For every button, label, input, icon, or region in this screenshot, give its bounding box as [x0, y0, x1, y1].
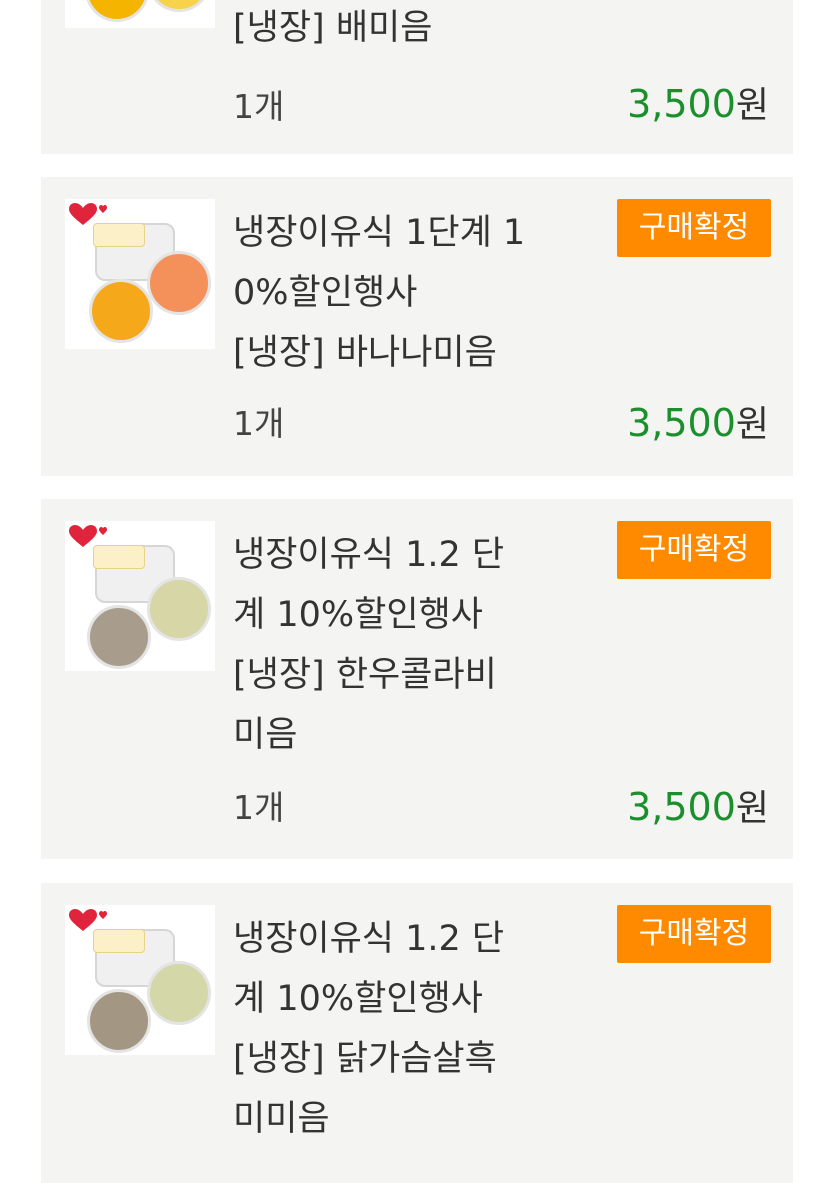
product-title[interactable]: 냉장이유식 1.2 단 계 10%할인행사 [냉장] 닭가슴살흑 미미음: [233, 909, 573, 1149]
product-cup-image: [87, 605, 151, 669]
product-title[interactable]: 냉장이유식 1.2 단 계 10%할인행사 [냉장] 한우콜라비 미음: [233, 525, 573, 765]
quantity-text: 1개: [233, 404, 285, 443]
product-cup-image: [147, 251, 211, 315]
order-item-card[interactable]: 냉장이유식 1.2 단 계 10%할인행사 [냉장] 한우콜라비 미음 구매확정…: [41, 499, 793, 859]
product-cup-image: [147, 961, 211, 1025]
product-label-image: [93, 545, 145, 569]
order-item-card[interactable]: 냉장이유식 1단계 1 0%할인행사 [냉장] 바나나미음 구매확정 1개 3,…: [41, 177, 793, 476]
product-thumbnail[interactable]: [65, 905, 215, 1055]
price-text: 3,500원: [627, 76, 769, 128]
product-thumbnail[interactable]: [65, 0, 215, 28]
product-label-image: [93, 929, 145, 953]
confirm-purchase-button[interactable]: 구매확정: [617, 905, 771, 963]
order-item-card[interactable]: [냉장] 배미음 1개 3,500원: [41, 0, 793, 154]
product-cup-image: [89, 279, 153, 343]
quantity-text: 1개: [233, 788, 285, 827]
confirm-purchase-button[interactable]: 구매확정: [617, 521, 771, 579]
product-cup-image: [85, 0, 149, 22]
product-title[interactable]: [냉장] 배미음: [233, 0, 573, 58]
currency-unit: 원: [735, 788, 769, 829]
order-item-card[interactable]: 냉장이유식 1.2 단 계 10%할인행사 [냉장] 닭가슴살흑 미미음 구매확…: [41, 883, 793, 1183]
currency-unit: 원: [735, 404, 769, 445]
product-thumbnail[interactable]: [65, 521, 215, 671]
confirm-purchase-button[interactable]: 구매확정: [617, 199, 771, 257]
price-amount: 3,500: [627, 785, 736, 829]
price-text: 3,500원: [627, 779, 769, 831]
product-label-image: [93, 223, 145, 247]
price-amount: 3,500: [627, 82, 736, 126]
product-cup-image: [147, 0, 211, 12]
product-cup-image: [147, 577, 211, 641]
product-title[interactable]: 냉장이유식 1단계 1 0%할인행사 [냉장] 바나나미음: [233, 203, 573, 383]
price-text: 3,500원: [627, 395, 769, 447]
currency-unit: 원: [735, 85, 769, 126]
price-amount: 3,500: [627, 401, 736, 445]
product-thumbnail[interactable]: [65, 199, 215, 349]
product-cup-image: [87, 989, 151, 1053]
quantity-text: 1개: [233, 87, 285, 126]
